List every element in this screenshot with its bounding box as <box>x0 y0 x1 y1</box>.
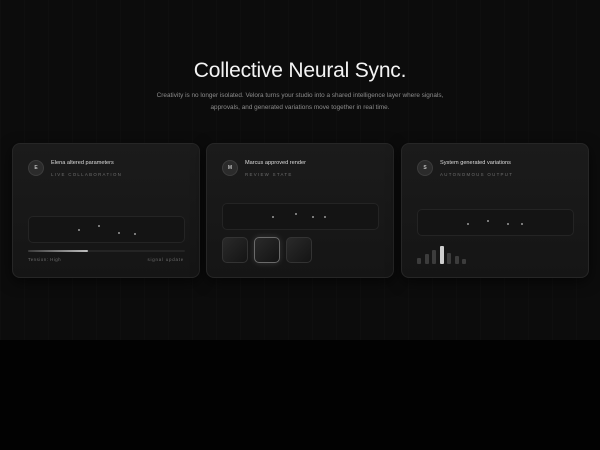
variation-bar <box>424 254 429 264</box>
card-title: System generated variations <box>440 160 511 166</box>
signal-dot <box>521 223 523 225</box>
avatar: M <box>222 160 238 176</box>
hero-subtitle: Creativity is no longer isolated. Velora… <box>156 92 444 111</box>
card-tag: AUTONOMOUS OUTPUT <box>440 172 514 177</box>
signal-track <box>417 209 574 236</box>
tension-label: Tension: High <box>28 257 62 262</box>
signal-dot <box>487 220 489 222</box>
avatar: E <box>28 160 44 176</box>
card-tag: REVIEW STATE <box>245 172 293 177</box>
variation-bar <box>462 259 466 264</box>
collaboration-card: E Elena altered parameters LIVE COLLABOR… <box>12 143 200 278</box>
hero-title: Collective Neural Sync. <box>193 59 407 82</box>
variation-bar <box>439 246 444 264</box>
signal-dot <box>134 233 136 235</box>
variation-bar <box>447 253 451 264</box>
signal-track <box>222 203 379 230</box>
autonomous-output-card: S System generated variations AUTONOMOUS… <box>401 143 589 278</box>
page-footer-area <box>0 340 600 450</box>
signal-dot <box>272 216 274 218</box>
card-tag: LIVE COLLABORATION <box>51 172 123 177</box>
render-thumbnail[interactable] <box>254 237 280 263</box>
signal-dot <box>295 213 297 215</box>
hero-section: Collective Neural Sync. Creativity is no… <box>0 0 600 340</box>
signal-track <box>28 216 185 243</box>
render-thumbnail[interactable] <box>286 237 312 263</box>
signal-dot <box>507 223 509 225</box>
card-title: Elena altered parameters <box>51 160 114 166</box>
signal-dot <box>312 216 314 218</box>
variation-bar <box>454 256 459 264</box>
variation-bar <box>432 250 436 264</box>
signal-dot <box>98 225 100 227</box>
signal-update-label: signal update <box>147 257 184 262</box>
card-title: Marcus approved render <box>245 160 306 166</box>
avatar: S <box>417 160 433 176</box>
render-thumbnail[interactable] <box>222 237 248 263</box>
review-card: M Marcus approved render REVIEW STATE <box>206 143 394 278</box>
signal-dot <box>467 223 469 225</box>
signal-progress-bar <box>28 250 185 252</box>
signal-dot <box>324 216 326 218</box>
signal-dot <box>78 229 80 231</box>
signal-progress-fill <box>28 250 88 252</box>
signal-dot <box>118 232 120 234</box>
variation-bar <box>417 258 421 264</box>
